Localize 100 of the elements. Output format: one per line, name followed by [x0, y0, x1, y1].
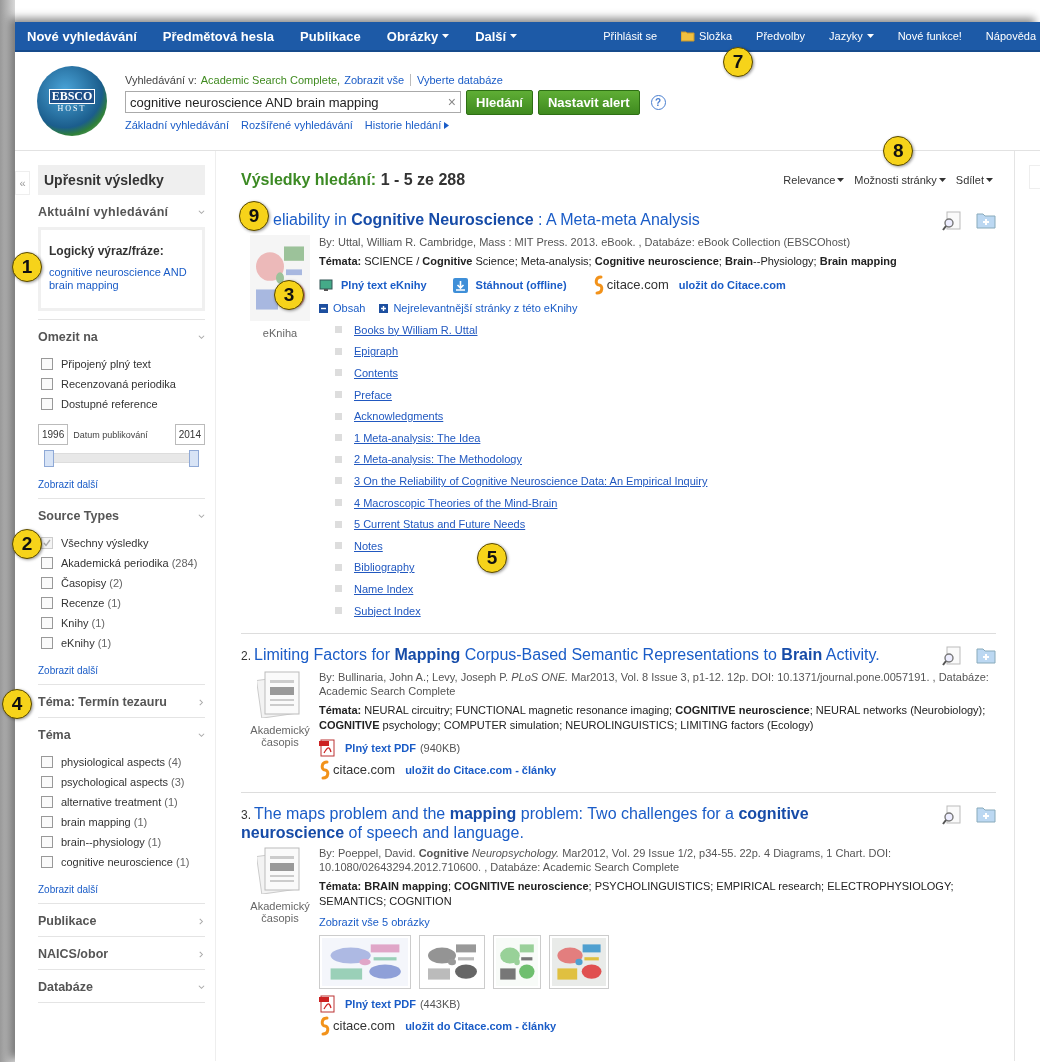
top-link[interactable]: Předvolby	[756, 30, 805, 42]
add-to-folder-icon[interactable]	[976, 211, 996, 229]
filter-label[interactable]: physiological aspects (4)	[61, 756, 182, 768]
chapter-link[interactable]: Subject Index	[354, 603, 421, 618]
full-text-link[interactable]: Plný text PDF (940KB)	[319, 739, 996, 758]
filter-label[interactable]: cognitive neuroscience (1)	[61, 856, 190, 868]
image-thumbnail[interactable]	[493, 935, 541, 990]
filter-label[interactable]: Akademická periodika (284)	[61, 557, 198, 569]
preview-icon[interactable]	[942, 805, 962, 826]
nav-menu-item[interactable]: Nové vyhledávání	[27, 28, 137, 44]
section-heading[interactable]: Omezit na	[38, 330, 98, 344]
filter-label[interactable]: Dostupné reference	[61, 398, 158, 410]
checkbox[interactable]	[41, 358, 53, 370]
chapter-link[interactable]: 5 Current Status and Future Needs	[354, 517, 526, 532]
preview-icon[interactable]	[942, 211, 962, 231]
save-link[interactable]: uložit do Citace.com - články	[405, 763, 557, 778]
add-to-folder-icon[interactable]	[976, 805, 996, 824]
ebsco-logo[interactable]: EBSCO HOST	[37, 66, 107, 136]
chapter-link[interactable]: Acknowledgments	[354, 409, 444, 424]
checkbox[interactable]	[41, 836, 53, 848]
chevron-icon[interactable]	[198, 731, 205, 739]
slider-handle[interactable]	[189, 450, 199, 467]
chevron-icon[interactable]	[198, 512, 205, 520]
nav-menu-item[interactable]: Předmětová hesla	[162, 28, 275, 44]
show-all-link[interactable]: Zobrazit vše	[344, 73, 405, 86]
checkbox[interactable]	[41, 617, 53, 629]
filter-label[interactable]: alternative treatment (1)	[61, 796, 178, 808]
section-heading[interactable]: Aktuální vyhledávání	[38, 205, 169, 219]
search-mode-link[interactable]: Historie hledání	[364, 118, 450, 131]
top-link[interactable]: Nápověda	[985, 30, 1036, 42]
chapter-link[interactable]: Bibliography	[354, 560, 415, 575]
image-thumbnail[interactable]	[419, 935, 485, 990]
section-heading[interactable]: Téma: Termín tezauru	[38, 695, 167, 709]
filter-label[interactable]: Časopisy (2)	[61, 577, 123, 589]
top-link[interactable]: Nové funkce!	[897, 30, 962, 42]
chapter-link[interactable]: 3 On the Reliability of Cognitive Neuroscience Data: An Empirical Inquiry	[354, 473, 708, 488]
checkbox[interactable]	[41, 398, 53, 410]
filter-label[interactable]: eKnihy (1)	[61, 637, 112, 649]
section-heading[interactable]: Téma	[38, 728, 71, 742]
filter-label[interactable]: brain mapping (1)	[61, 816, 148, 828]
toggle-link[interactable]: Obsah	[319, 301, 366, 315]
filter-label[interactable]: Recenze (1)	[61, 597, 121, 609]
slider-handle[interactable]	[44, 450, 54, 467]
checkbox[interactable]	[41, 856, 53, 868]
dropdown-menu[interactable]: Relevance	[783, 174, 845, 186]
section-heading[interactable]: Source Types	[38, 509, 120, 523]
search-field[interactable]: cognitive neuroscience AND brain mapping ×	[125, 91, 461, 113]
chapter-link[interactable]: Preface	[354, 387, 392, 402]
filter-label[interactable]: Knihy (1)	[61, 617, 106, 629]
top-link[interactable]: Jazyky	[829, 30, 874, 42]
filter-label[interactable]: Připojený plný text	[61, 358, 151, 370]
top-link[interactable]: Přihlásit se	[603, 30, 658, 42]
show-more-link[interactable]: Zobrazit další	[38, 479, 205, 490]
nav-menu-item[interactable]: Další	[475, 28, 518, 44]
section-heading[interactable]: NAICS/obor	[38, 947, 109, 961]
chapter-link[interactable]: 2 Meta-analysis: The Methodology	[354, 452, 522, 467]
checkbox[interactable]	[41, 557, 53, 569]
checkbox[interactable]	[41, 378, 53, 390]
chevron-icon[interactable]	[198, 698, 205, 706]
chapter-link[interactable]: Name Index	[354, 581, 414, 596]
filter-label[interactable]: Recenzovaná periodika	[61, 378, 176, 390]
preview-icon[interactable]	[942, 646, 962, 667]
search-mode-link[interactable]: Základní vyhledávání	[125, 118, 229, 131]
result-title[interactable]: 3. The maps problem and the mapping problem: Two challenges for a cognitive neuroscience of speech and language.	[241, 805, 881, 843]
checkbox[interactable]	[41, 816, 53, 828]
chapter-link[interactable]: 1 Meta-analysis: The Idea	[354, 430, 481, 445]
choose-databases-link[interactable]: Vyberte databáze	[417, 73, 503, 86]
full-text-link[interactable]: Plný text eKnihy	[319, 275, 427, 295]
show-more-link[interactable]: Zobrazit další	[38, 665, 205, 676]
year-to-field[interactable]: 2014	[174, 424, 205, 445]
search-mode-link[interactable]: Rozšířené vyhledávání	[240, 118, 353, 131]
dropdown-menu[interactable]: Sdílet	[955, 174, 993, 186]
filter-label[interactable]: brain--physiology (1)	[61, 836, 162, 848]
result-title[interactable]: 2. Limiting Factors for Mapping Corpus-Based Semantic Representations to Brain Activity.	[241, 646, 880, 666]
chevron-icon[interactable]	[198, 208, 205, 216]
chapter-link[interactable]: Contents	[354, 366, 399, 380]
image-thumbnail[interactable]	[549, 935, 609, 990]
toggle-link[interactable]: Nejrelevantnější stránky z této eKnihy	[379, 301, 578, 315]
result-title[interactable]: eliability in Cognitive Neuroscience : A Meta-meta Analysis	[273, 211, 700, 229]
chapter-link[interactable]: Books by William R. Uttal	[354, 322, 478, 337]
chapter-link[interactable]: 4 Macroscopic Theories of the Mind-Brain	[354, 495, 558, 510]
checkbox[interactable]	[41, 577, 53, 589]
checkbox[interactable]	[41, 756, 53, 768]
year-from-field[interactable]: 1996	[38, 424, 69, 445]
filter-label[interactable]: psychological aspects (3)	[61, 776, 185, 788]
save-link[interactable]: uložit do Citace.com - články	[405, 1019, 557, 1034]
checkbox[interactable]	[41, 597, 53, 609]
full-text-link[interactable]: Plný text PDF (443KB)	[319, 995, 996, 1014]
save-link[interactable]: uložit do Citace.com	[678, 278, 786, 292]
checkbox[interactable]	[41, 796, 53, 808]
query-link[interactable]: cognitive neuroscience AND brain mapping	[49, 266, 194, 292]
chevron-icon[interactable]	[198, 917, 205, 925]
add-to-folder-icon[interactable]	[976, 646, 996, 665]
nav-menu-item[interactable]: Publikace	[300, 28, 361, 44]
full-text-link[interactable]: Stáhnout (offline)	[452, 275, 567, 295]
checkbox[interactable]	[41, 776, 53, 788]
section-heading[interactable]: Databáze	[38, 980, 93, 994]
section-heading[interactable]: Publikace	[38, 914, 97, 928]
chapter-link[interactable]: Notes	[354, 538, 383, 553]
chevron-icon[interactable]	[198, 333, 205, 341]
